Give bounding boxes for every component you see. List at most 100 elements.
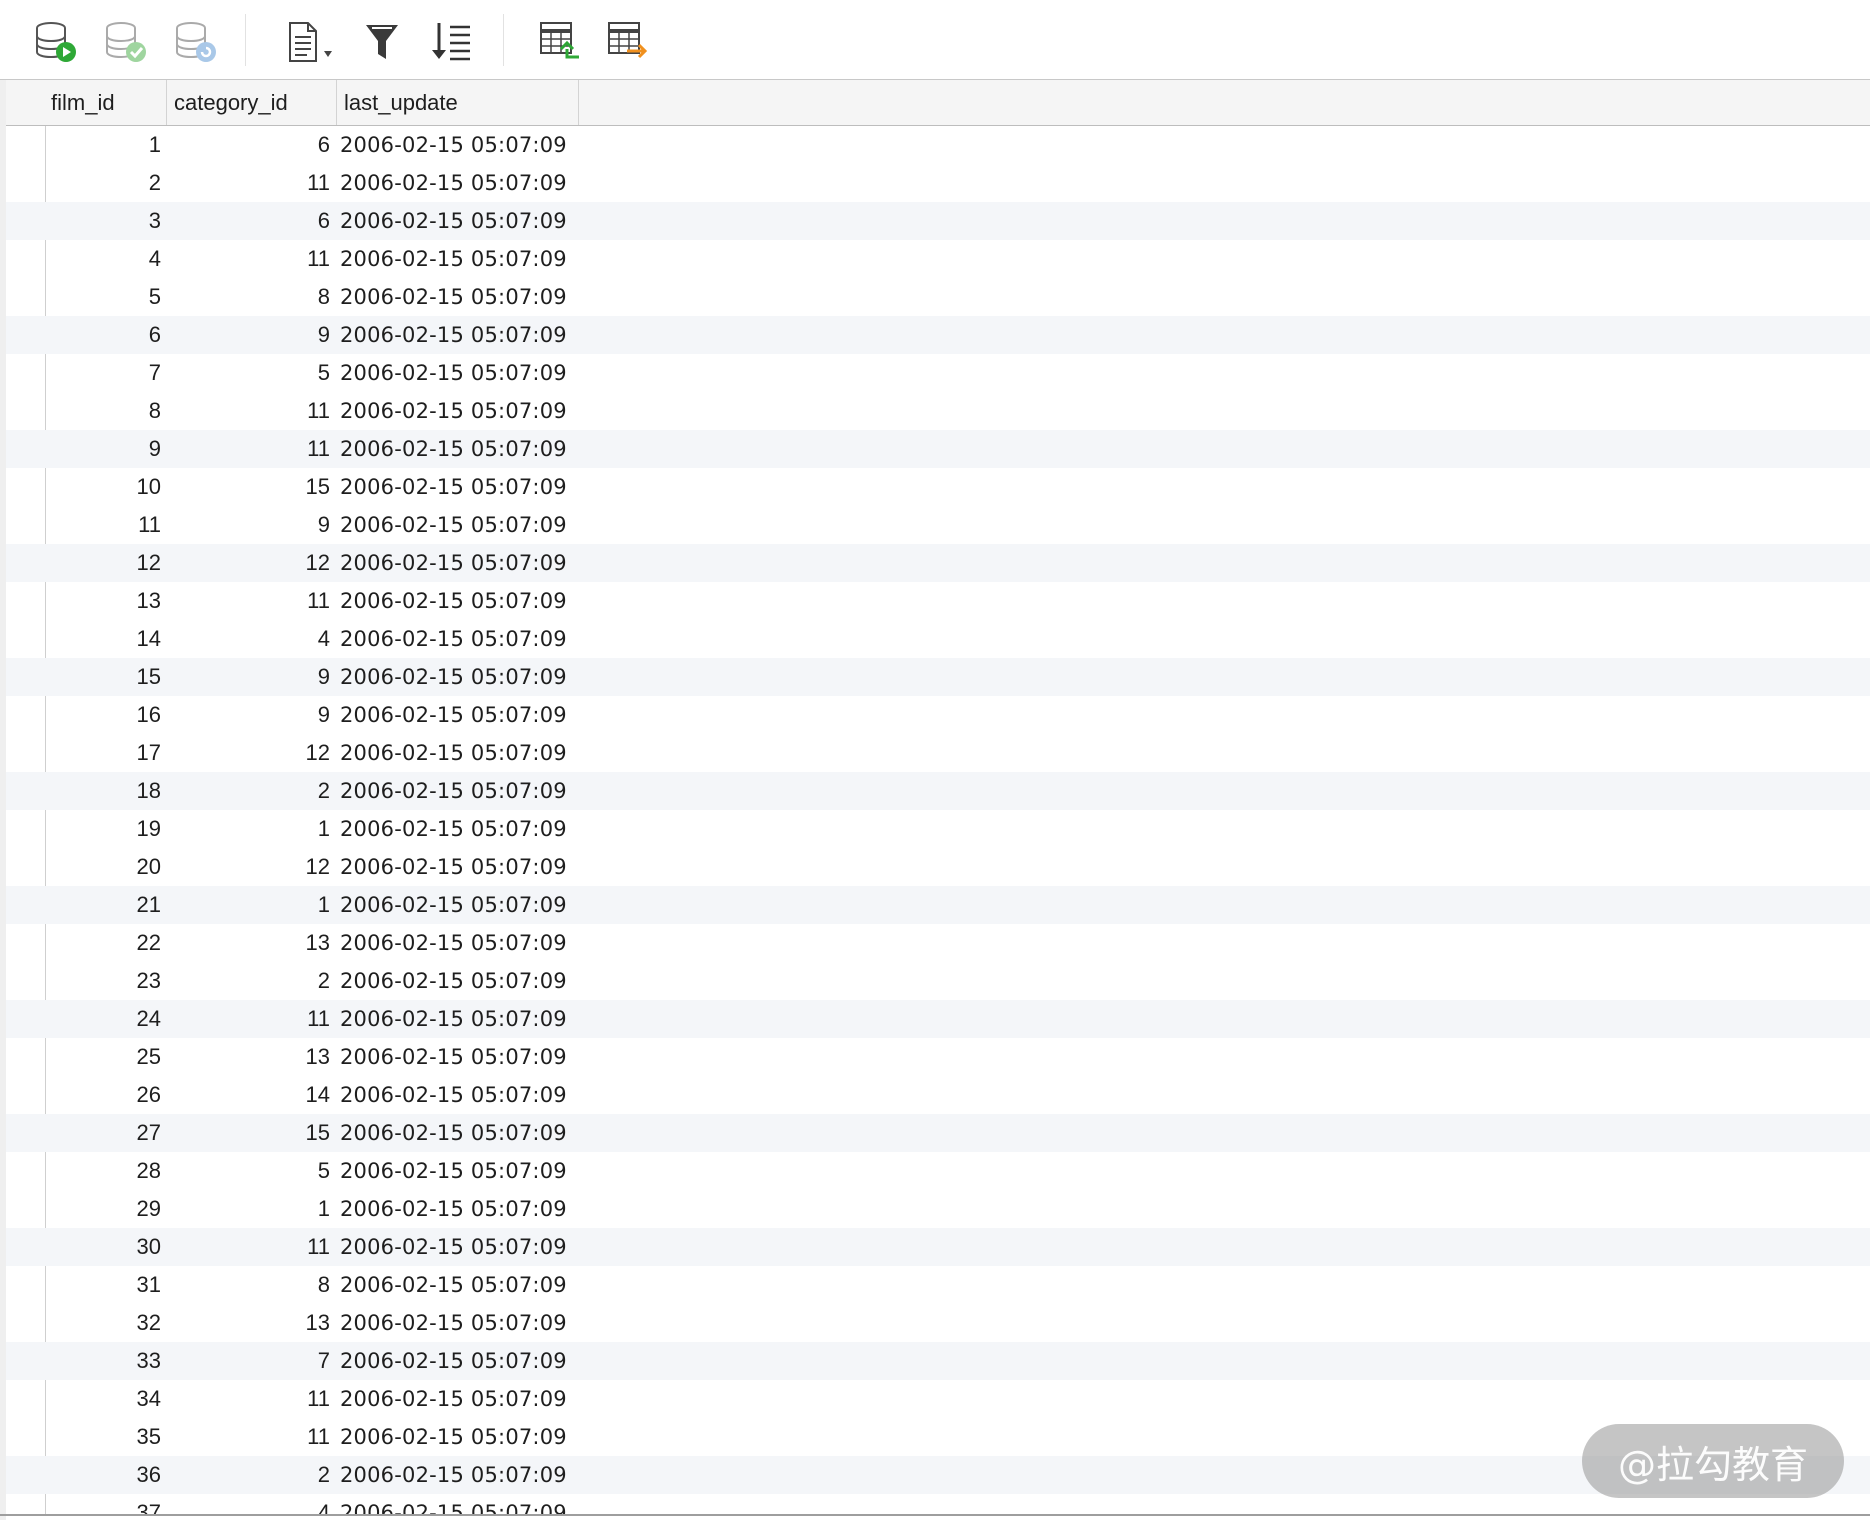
cell-last-update[interactable]: 2006-02-15 05:07:09 xyxy=(340,1114,570,1152)
cell-category-id[interactable]: 15 xyxy=(166,468,336,506)
cell-last-update[interactable]: 2006-02-15 05:07:09 xyxy=(340,962,570,1000)
cell-last-update[interactable]: 2006-02-15 05:07:09 xyxy=(340,164,570,202)
sort-button[interactable] xyxy=(424,14,480,70)
table-row[interactable]: 2112006-02-15 05:07:09 xyxy=(6,886,1870,924)
cell-category-id[interactable]: 1 xyxy=(166,1190,336,1228)
column-header-category-id[interactable]: category_id xyxy=(169,80,337,125)
cell-category-id[interactable]: 4 xyxy=(166,1494,336,1514)
export-document-button[interactable] xyxy=(282,14,338,70)
cell-film-id[interactable]: 28 xyxy=(46,1152,166,1190)
cell-category-id[interactable]: 11 xyxy=(166,1418,336,1456)
cell-category-id[interactable]: 2 xyxy=(166,962,336,1000)
cell-film-id[interactable]: 17 xyxy=(46,734,166,772)
cell-film-id[interactable]: 36 xyxy=(46,1456,166,1494)
cell-film-id[interactable]: 1 xyxy=(46,126,166,164)
table-row[interactable]: 14 4 2006-02-15 05:07:09 xyxy=(6,620,1870,658)
filter-button[interactable] xyxy=(354,14,410,70)
cell-film-id[interactable]: 30 xyxy=(46,1228,166,1266)
import-table-button[interactable] xyxy=(532,14,588,70)
cell-category-id[interactable]: 9 xyxy=(166,506,336,544)
cell-category-id[interactable]: 13 xyxy=(166,1304,336,1342)
cell-film-id[interactable]: 10 xyxy=(46,468,166,506)
cell-last-update[interactable]: 2006-02-15 05:07:09 xyxy=(340,772,570,810)
table-row[interactable]: 28 5 2006-02-15 05:07:09 xyxy=(6,1152,1870,1190)
cell-category-id[interactable]: 9 xyxy=(166,696,336,734)
cell-category-id[interactable]: 8 xyxy=(166,1266,336,1304)
table-row[interactable]: 11 9 2006-02-15 05:07:09 xyxy=(6,506,1870,544)
cell-category-id[interactable]: 1 xyxy=(166,810,336,848)
cell-category-id[interactable]: 11 xyxy=(166,430,336,468)
table-row[interactable]: 17 12 2006-02-15 05:07:09 xyxy=(6,734,1870,772)
cell-category-id[interactable]: 11 xyxy=(166,240,336,278)
table-row[interactable]: 8 11 2006-02-15 05:07:09 xyxy=(6,392,1870,430)
cell-last-update[interactable]: 2006-02-15 05:07:09 xyxy=(340,658,570,696)
cell-category-id[interactable]: 9 xyxy=(166,316,336,354)
cell-last-update[interactable]: 2006-02-15 05:07:09 xyxy=(340,1228,570,1266)
cell-last-update[interactable]: 2006-02-15 05:07:09 xyxy=(340,1342,570,1380)
cell-last-update[interactable]: 2006-02-15 05:07:09 xyxy=(340,468,570,506)
cell-last-update[interactable]: 2006-02-15 05:07:09 xyxy=(340,848,570,886)
cell-category-id[interactable]: 2 xyxy=(166,1456,336,1494)
cell-category-id[interactable]: 11 xyxy=(166,164,336,202)
cell-last-update[interactable]: 2006-02-15 05:07:09 xyxy=(340,810,570,848)
table-row[interactable]: 12 12 2006-02-15 05:07:09 xyxy=(6,544,1870,582)
cell-last-update[interactable]: 2006-02-15 05:07:09 xyxy=(340,1266,570,1304)
table-row[interactable]: 3 6 2006-02-15 05:07:09 xyxy=(6,202,1870,240)
table-row[interactable]: 20 12 2006-02-15 05:07:09 xyxy=(6,848,1870,886)
table-row[interactable]: 18 2 2006-02-15 05:07:09 xyxy=(6,772,1870,810)
cell-film-id[interactable]: 8 xyxy=(46,392,166,430)
cell-last-update[interactable]: 2006-02-15 05:07:09 xyxy=(340,1076,570,1114)
cell-category-id[interactable]: 6 xyxy=(166,202,336,240)
cell-film-id[interactable]: 3 xyxy=(46,202,166,240)
table-row[interactable]: 30 11 2006-02-15 05:07:09 xyxy=(6,1228,1870,1266)
cell-last-update[interactable]: 2006-02-15 05:07:09 xyxy=(340,1000,570,1038)
cell-film-id[interactable]: 7 xyxy=(46,354,166,392)
cell-last-update[interactable]: 2006-02-15 05:07:09 xyxy=(340,240,570,278)
cell-film-id[interactable]: 13 xyxy=(46,582,166,620)
cell-film-id[interactable]: 31 xyxy=(46,1266,166,1304)
cell-category-id[interactable]: 5 xyxy=(166,1152,336,1190)
cell-film-id[interactable]: 27 xyxy=(46,1114,166,1152)
table-row[interactable]: 4 11 2006-02-15 05:07:09 xyxy=(6,240,1870,278)
cell-category-id[interactable]: 11 xyxy=(166,1228,336,1266)
cell-last-update[interactable]: 2006-02-15 05:07:09 xyxy=(340,506,570,544)
cell-film-id[interactable]: 18 xyxy=(46,772,166,810)
cell-last-update[interactable]: 2006-02-15 05:07:09 xyxy=(340,544,570,582)
cell-category-id[interactable]: 7 xyxy=(166,1342,336,1380)
table-row[interactable]: 26 14 2006-02-15 05:07:09 xyxy=(6,1076,1870,1114)
table-row[interactable]: 13 11 2006-02-15 05:07:09 xyxy=(6,582,1870,620)
cell-category-id[interactable]: 11 xyxy=(166,1000,336,1038)
cell-last-update[interactable]: 2006-02-15 05:07:09 xyxy=(340,392,570,430)
cell-last-update[interactable]: 2006-02-15 05:07:09 xyxy=(340,734,570,772)
cell-last-update[interactable]: 2006-02-15 05:07:09 xyxy=(340,316,570,354)
cell-last-update[interactable]: 2006-02-15 05:07:09 xyxy=(340,430,570,468)
cell-film-id[interactable]: 32 xyxy=(46,1304,166,1342)
cell-category-id[interactable]: 9 xyxy=(166,658,336,696)
cell-category-id[interactable]: 1 xyxy=(166,886,336,924)
cell-category-id[interactable]: 4 xyxy=(166,620,336,658)
cell-film-id[interactable]: 22 xyxy=(46,924,166,962)
cell-film-id[interactable]: 5 xyxy=(46,278,166,316)
cell-film-id[interactable]: 33 xyxy=(46,1342,166,1380)
cell-last-update[interactable]: 2006-02-15 05:07:09 xyxy=(340,1152,570,1190)
cell-film-id[interactable]: 37 xyxy=(46,1494,166,1514)
cell-film-id[interactable]: 11 xyxy=(46,506,166,544)
cell-category-id[interactable]: 2 xyxy=(166,772,336,810)
table-row[interactable]: 1 6 2006-02-15 05:07:09 xyxy=(6,126,1870,164)
cell-last-update[interactable]: 2006-02-15 05:07:09 xyxy=(340,1418,570,1456)
cell-film-id[interactable]: 19 xyxy=(46,810,166,848)
export-table-button[interactable] xyxy=(600,14,656,70)
cell-category-id[interactable]: 13 xyxy=(166,1038,336,1076)
cell-last-update[interactable]: 2006-02-15 05:07:09 xyxy=(340,278,570,316)
table-row[interactable]: 31 8 2006-02-15 05:07:09 xyxy=(6,1266,1870,1304)
cell-last-update[interactable]: 2006-02-15 05:07:09 xyxy=(340,1494,570,1514)
cell-category-id[interactable]: 11 xyxy=(166,582,336,620)
cell-film-id[interactable]: 16 xyxy=(46,696,166,734)
refresh-button[interactable] xyxy=(168,14,224,70)
table-row[interactable]: 15 9 2006-02-15 05:07:09 xyxy=(6,658,1870,696)
cell-last-update[interactable]: 2006-02-15 05:07:09 xyxy=(340,202,570,240)
cell-last-update[interactable]: 2006-02-15 05:07:09 xyxy=(340,126,570,164)
cell-film-id[interactable]: 24 xyxy=(46,1000,166,1038)
table-row[interactable]: 24 11 2006-02-15 05:07:09 xyxy=(6,1000,1870,1038)
cell-film-id[interactable]: 4 xyxy=(46,240,166,278)
